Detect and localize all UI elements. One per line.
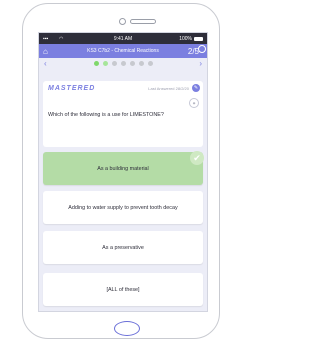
checkmark-icon: ✔ — [190, 151, 204, 165]
progress-dot[interactable] — [138, 61, 144, 66]
progress-dot[interactable] — [111, 61, 117, 66]
topic-title: KS3 C7b2 - Chemical Reactions — [87, 48, 159, 54]
status-bar: ▪▪▪ ◠ 9:41 AM 100% — [39, 33, 207, 44]
answer-option[interactable]: [ALL of these] — [43, 273, 203, 306]
progress-dot[interactable] — [120, 61, 126, 66]
progress-dot[interactable] — [93, 61, 99, 66]
answer-text: As a preservative — [102, 244, 144, 251]
chevron-left-icon[interactable]: ‹ — [44, 59, 47, 68]
status-time: 9:41 AM — [113, 35, 133, 42]
chevron-right-icon[interactable]: › — [199, 59, 202, 68]
progress-dot[interactable] — [147, 61, 153, 66]
pencil-icon[interactable]: ✎ — [192, 84, 200, 92]
audio-icon[interactable]: ◉ — [189, 98, 199, 108]
question-text: Which of the following is a use for LIME… — [48, 112, 164, 118]
question-nav: ‹ › — [39, 58, 207, 69]
question-card: MASTERED Last Answered 28/2/20 ✎ ◉ Which… — [43, 81, 203, 147]
answer-option[interactable]: Adding to water supply to prevent tooth … — [43, 191, 203, 224]
speaker — [130, 19, 156, 24]
settings-icon[interactable] — [198, 45, 206, 53]
home-button[interactable] — [114, 321, 140, 336]
answer-text: [ALL of these] — [106, 286, 140, 293]
last-answered: Last Answered 28/2/20 — [148, 86, 189, 91]
progress-dots — [93, 61, 153, 66]
title-bar: ⌂ KS3 C7b2 - Chemical Reactions 2/5 — [39, 44, 207, 58]
app-screen: ▪▪▪ ◠ 9:41 AM 100% ⌂ KS3 C7b2 - Chemical… — [38, 32, 208, 312]
answer-text: As a building material — [97, 165, 149, 172]
answer-text: Adding to water supply to prevent tooth … — [68, 204, 178, 211]
progress-dot[interactable] — [129, 61, 135, 66]
progress-dot[interactable] — [102, 61, 108, 66]
answer-option[interactable]: As a preservative — [43, 231, 203, 264]
answer-option[interactable]: As a building material ✔ — [43, 151, 204, 185]
camera — [119, 18, 126, 25]
